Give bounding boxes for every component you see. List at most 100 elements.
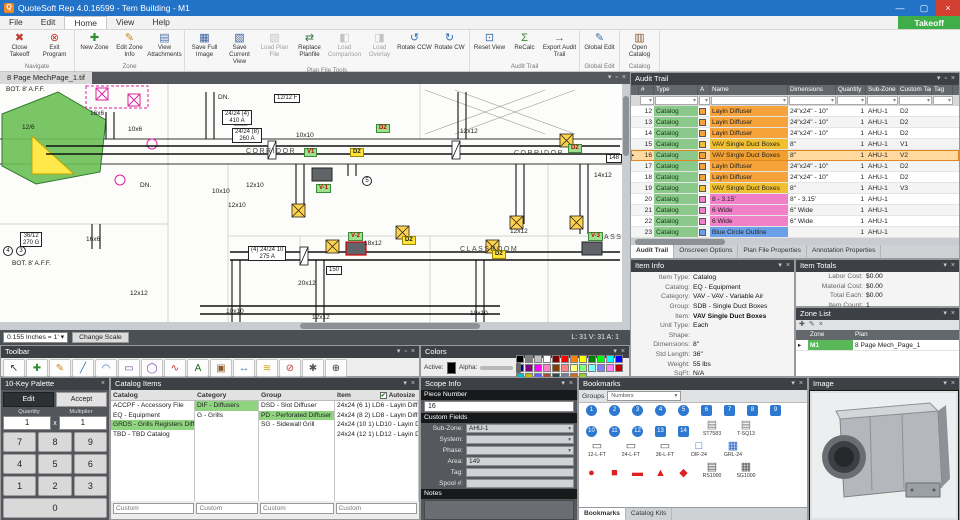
bookmark-item-12-l-ft[interactable]: ▭12-L-FT (582, 440, 612, 458)
erase-tool[interactable]: ⊘ (279, 359, 301, 377)
color-swatch[interactable] (597, 355, 605, 363)
scale-value-select[interactable]: 0.155 Inches = 1' ▾ (3, 332, 68, 343)
drawing-vertical-scrollbar[interactable] (622, 84, 630, 322)
bookmark-item-9[interactable]: 9 (766, 405, 785, 416)
scope-field-input[interactable] (466, 468, 574, 477)
add-zone-icon[interactable]: ✚ (799, 320, 805, 330)
audit-tab-onscreen-options[interactable]: Onscreen Options (674, 245, 738, 258)
key-3[interactable]: 3 (74, 476, 107, 496)
panel-menu-icon[interactable]: ▾ (943, 308, 947, 320)
bookmark-item-st7583[interactable]: ▤ST7583 (697, 419, 727, 437)
ribbon-button-save-full-image[interactable]: ▦Save Full Image (187, 31, 222, 66)
color-swatch[interactable] (561, 355, 569, 363)
multiplier-value[interactable]: 1 (59, 416, 107, 430)
audit-row-14[interactable]: 14CatalogLayin Diffuser24"x24" - 10"1AHU… (631, 128, 959, 139)
color-swatch[interactable] (606, 364, 614, 372)
image-tool[interactable]: ▣ (210, 359, 232, 377)
bookmark-item-12[interactable]: 12 (628, 426, 647, 437)
menu-home[interactable]: Home (64, 16, 107, 29)
color-swatch[interactable] (525, 364, 533, 372)
ellipse-tool[interactable]: ◯ (141, 359, 163, 377)
audit-col-sub-zone[interactable]: Sub-Zone (866, 85, 898, 95)
key-2[interactable]: 2 (38, 476, 71, 496)
doctab-menu-icon[interactable]: ▾ (608, 72, 612, 84)
audit-filter-cell[interactable]: ▾ (837, 96, 866, 105)
panel-menu-icon[interactable]: ▾ (791, 378, 795, 390)
panel-close-icon[interactable]: × (786, 260, 790, 272)
edit-zone-icon[interactable]: ✎ (809, 320, 815, 330)
color-swatch[interactable] (516, 355, 524, 363)
settings-tool[interactable]: ✱ (302, 359, 324, 377)
active-color-swatch[interactable] (447, 362, 456, 374)
bookmark-item-sg1000[interactable]: ▦SG1000 (731, 461, 761, 479)
panel-menu-icon[interactable]: ▾ (943, 378, 947, 390)
bookmark-item[interactable]: ◆ (674, 467, 693, 479)
panel-menu-icon[interactable]: ▾ (778, 260, 782, 272)
bookmarks-tab-bookmarks[interactable]: Bookmarks (579, 508, 626, 520)
audit-col-custom-tag[interactable]: Custom Tag (898, 85, 932, 95)
catalog-list-item[interactable]: ACCPF - Accessory File (111, 401, 194, 411)
scope-field-input[interactable]: AHU-1▾ (466, 424, 574, 433)
panel-close-icon[interactable]: × (951, 378, 955, 390)
key-4[interactable]: 4 (3, 454, 36, 474)
text-tool[interactable]: A (187, 359, 209, 377)
color-swatch[interactable] (615, 355, 623, 363)
audit-row-20[interactable]: 20Catalog8 - 3.15'8" - 3.15'1AHU-1 (631, 194, 959, 205)
minimize-button[interactable]: — (888, 0, 912, 16)
audit-row-13[interactable]: 13CatalogLayin Diffuser24"x24" - 10"1AHU… (631, 117, 959, 128)
menu-file[interactable]: File (0, 16, 32, 29)
panel-menu-icon[interactable]: ▾ (943, 260, 947, 272)
audit-col-type[interactable]: Type (654, 85, 698, 95)
bookmark-item[interactable]: ● (582, 467, 601, 479)
ribbon-button-global-edit[interactable]: ✎Global Edit (582, 31, 617, 62)
audit-row-16[interactable]: ▸16CatalogVAV Single Duct Boxes8"1AHU-1V… (631, 150, 959, 161)
panel-menu-icon[interactable]: ▾ (937, 73, 941, 85)
ribbon-button-new-zone[interactable]: ✚New Zone (77, 31, 112, 62)
document-tab[interactable]: 8 Page MechPage_1.tif (0, 72, 92, 84)
panel-close-icon[interactable]: × (101, 378, 105, 390)
add-item-tool[interactable]: ✚ (26, 359, 48, 377)
ribbon-button-rotate-cw[interactable]: ↻Rotate CW (432, 31, 467, 66)
plan-canvas[interactable]: BOT. 8' A.F.F.16x6DN.12/12 F24/24 (4) 41… (0, 84, 622, 322)
autosize-checkbox[interactable]: ✔Autosize (380, 390, 417, 400)
arc-tool[interactable]: ◠ (95, 359, 117, 377)
catalog-list-item[interactable]: DSD - Slot Diffuser (259, 401, 334, 411)
audit-col-blank[interactable]: # (639, 85, 654, 95)
key-7[interactable]: 7 (3, 432, 36, 452)
hscroll-thumb[interactable] (300, 323, 480, 329)
panel-close-icon[interactable]: × (411, 346, 415, 358)
color-swatch[interactable] (579, 355, 587, 363)
custom-field-input[interactable]: Custom (196, 503, 258, 514)
bookmark-item-24-l-ft[interactable]: ▭24-L-FT (616, 440, 646, 458)
catalog-list-item[interactable]: SG - Sidewall Grill (259, 420, 334, 430)
bookmark-item-36-l-ft[interactable]: ▭36-L-FT (650, 440, 680, 458)
color-swatch[interactable] (534, 355, 542, 363)
panel-pin-icon[interactable]: ▫ (404, 346, 406, 358)
drawing-viewport[interactable]: BOT. 8' A.F.F.16x6DN.12/12 F24/24 (4) 41… (0, 84, 630, 322)
audit-filter-cell[interactable]: ▾ (711, 96, 788, 105)
bookmarks-tab-catalog-kits[interactable]: Catalog Kits (626, 508, 673, 520)
audit-row-19[interactable]: 19CatalogVAV Single Duct Boxes8"1AHU-1V3 (631, 183, 959, 194)
audit-row-18[interactable]: 18CatalogLayin Diffuser24"x24" - 10"1AHU… (631, 172, 959, 183)
bookmark-item[interactable]: ▲ (651, 467, 670, 479)
zoom-tool[interactable]: ⊕ (325, 359, 347, 377)
catalog-list-item[interactable]: 24x24 (12 1) LD12 - Layin Diffuser (335, 430, 418, 440)
scope-field-input[interactable]: ▾ (466, 435, 574, 444)
bookmark-item-5[interactable]: 5 (674, 405, 693, 416)
doctab-float-icon[interactable]: ▫ (615, 72, 617, 84)
ribbon-button-save-current-view[interactable]: ▧Save Current View (222, 31, 257, 66)
color-swatch[interactable] (543, 364, 551, 372)
color-swatch[interactable] (606, 355, 614, 363)
audit-row-21[interactable]: 21Catalog6 Wide6" Wide1AHU-1 (631, 205, 959, 216)
zone-row-m1[interactable]: ▸M18 Page Mech_Page_1 (796, 340, 959, 351)
takeoff-mode-label[interactable]: Takeoff (898, 16, 960, 29)
audit-filter-cell[interactable]: ▾ (699, 96, 710, 105)
freehand-tool[interactable]: ∿ (164, 359, 186, 377)
audit-row-17[interactable]: 17CatalogLayin Diffuser24"x24" - 10"1AHU… (631, 161, 959, 172)
color-swatch[interactable] (588, 364, 596, 372)
edit-button[interactable]: Edit (3, 392, 54, 407)
audit-col-tag[interactable]: Tag (932, 85, 953, 95)
window-titlebar[interactable]: Q QuoteSoft Rep 4.0.16599 - Tem Building… (0, 0, 960, 16)
select-tool[interactable]: ↖ (3, 359, 25, 377)
close-button[interactable]: × (936, 0, 960, 16)
